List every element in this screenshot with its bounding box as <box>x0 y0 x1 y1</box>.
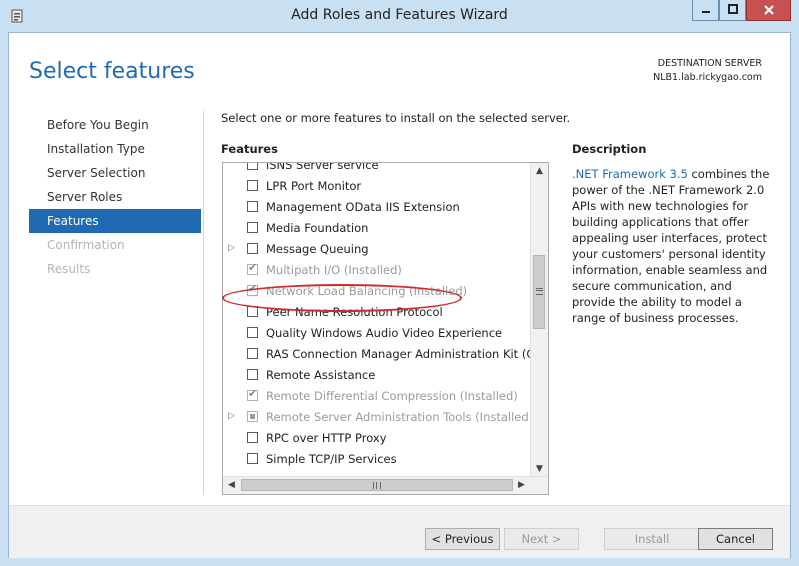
cancel-button[interactable]: Cancel <box>698 528 773 550</box>
feature-label: RAS Connection Manager Administration Ki… <box>266 347 549 361</box>
footer-bar: < Previous Next > Install Cancel <box>9 505 790 558</box>
vertical-scrollbar[interactable]: ▲ ▼ <box>530 163 548 478</box>
feature-row: ✔ Remote Differential Compression (Instal… <box>223 386 532 407</box>
feature-checkbox[interactable] <box>247 180 258 191</box>
feature-row[interactable]: Peer Name Resolution Protocol <box>223 302 532 323</box>
partial-check-icon <box>250 414 255 419</box>
feature-label: Management OData IIS Extension <box>266 200 460 214</box>
nav-item-server-selection[interactable]: Server Selection <box>29 161 201 185</box>
nav-item-installation-type[interactable]: Installation Type <box>29 137 201 161</box>
expand-arrow-icon[interactable]: ▷ <box>228 243 236 253</box>
feature-checkbox[interactable] <box>247 306 258 317</box>
feature-label: Media Foundation <box>266 221 369 235</box>
feature-row[interactable]: RPC over HTTP Proxy <box>223 428 532 449</box>
grip-icon <box>373 482 381 489</box>
feature-row[interactable]: Simple TCP/IP Services <box>223 449 532 470</box>
feature-label: iSNS Server service <box>266 162 379 172</box>
destination-label: DESTINATION SERVER <box>657 58 762 69</box>
feature-checkbox <box>247 411 258 422</box>
feature-checkbox[interactable] <box>247 222 258 233</box>
feature-checkbox[interactable] <box>247 243 258 254</box>
wizard-window: Add Roles and Features Wizard Select fea… <box>0 0 799 566</box>
feature-label: Remote Assistance <box>266 368 376 382</box>
feature-checkbox: ✔ <box>247 282 258 296</box>
feature-label: Network Load Balancing (Installed) <box>266 284 468 298</box>
feature-label: Peer Name Resolution Protocol <box>266 305 443 319</box>
install-button: Install <box>604 528 700 550</box>
maximize-icon <box>727 4 738 14</box>
close-button[interactable] <box>746 0 791 21</box>
grip-icon <box>536 288 543 295</box>
close-icon <box>763 5 774 15</box>
feature-label: Simple TCP/IP Services <box>266 452 397 466</box>
feature-row[interactable]: iSNS Server service <box>223 162 532 176</box>
nav-item-server-roles[interactable]: Server Roles <box>29 185 201 209</box>
maximize-button[interactable] <box>719 0 746 21</box>
feature-checkbox[interactable] <box>247 201 258 212</box>
scroll-up-icon[interactable]: ▲ <box>531 163 548 180</box>
feature-row[interactable]: ▷ Remote Server Administration Tools (Ins… <box>223 407 534 428</box>
next-button: Next > <box>504 528 579 550</box>
title-bar[interactable]: Add Roles and Features Wizard <box>0 0 799 32</box>
nav-item-before-you-begin[interactable]: Before You Begin <box>29 113 201 137</box>
page-title: Select features <box>29 59 195 84</box>
feature-checkbox[interactable] <box>247 432 258 443</box>
feature-checkbox[interactable] <box>247 453 258 464</box>
feature-checkbox: ✔ <box>247 387 258 401</box>
scroll-right-icon[interactable]: ▶ <box>513 477 530 494</box>
horizontal-scroll-thumb[interactable] <box>241 479 513 491</box>
window-title: Add Roles and Features Wizard <box>291 7 508 23</box>
description-body: combines the power of the .NET Framework… <box>572 167 770 325</box>
feature-label: RPC over HTTP Proxy <box>266 431 387 445</box>
feature-label: LPR Port Monitor <box>266 179 362 193</box>
checkmark-icon: ✔ <box>248 261 258 274</box>
feature-row[interactable]: ▷ Message Queuing <box>223 239 532 260</box>
feature-row[interactable]: LPR Port Monitor <box>223 176 532 197</box>
checkmark-icon: ✔ <box>248 387 258 400</box>
nav-item-results: Results <box>47 262 91 276</box>
nav-item-features[interactable]: Features <box>29 209 201 233</box>
checkmark-icon: ✔ <box>248 282 258 295</box>
previous-button[interactable]: < Previous <box>425 528 500 550</box>
feature-checkbox[interactable] <box>247 369 258 380</box>
minimize-button[interactable] <box>692 0 719 21</box>
feature-row: ✔ Multipath I/O (Installed) <box>223 260 532 281</box>
nav-item-confirmation: Confirmation <box>47 238 125 252</box>
feature-checkbox[interactable] <box>247 327 258 338</box>
features-rows: iSNS Server service LPR Port Monitor Man… <box>223 162 548 470</box>
description-link[interactable]: .NET Framework 3.5 <box>572 167 688 181</box>
feature-label: Quality Windows Audio Video Experience <box>266 326 503 340</box>
feature-row: ✔ Network Load Balancing (Installed) <box>223 281 532 302</box>
feature-row[interactable]: Quality Windows Audio Video Experience <box>223 323 532 344</box>
description-text: .NET Framework 3.5 combines the power of… <box>572 166 772 326</box>
feature-checkbox: ✔ <box>247 261 258 275</box>
feature-row[interactable]: Management OData IIS Extension <box>223 197 532 218</box>
feature-checkbox[interactable] <box>247 163 258 170</box>
nav-divider <box>203 111 204 495</box>
feature-label: Remote Differential Compression (Install… <box>266 389 518 403</box>
wizard-nav: Before You Begin Installation Type Serve… <box>29 113 201 281</box>
feature-checkbox[interactable] <box>247 348 258 359</box>
horizontal-scrollbar[interactable]: ◀ ▶ <box>223 476 548 494</box>
feature-row[interactable]: Remote Assistance <box>223 365 532 386</box>
scroll-left-icon[interactable]: ◀ <box>223 477 240 494</box>
feature-row[interactable]: RAS Connection Manager Administration Ki… <box>223 344 548 365</box>
destination-server-name: NLB1.lab.rickygao.com <box>653 72 762 83</box>
feature-label: Message Queuing <box>266 242 369 256</box>
feature-row[interactable]: Media Foundation <box>223 218 532 239</box>
feature-label: Multipath I/O (Installed) <box>266 263 402 277</box>
minimize-icon <box>701 11 710 13</box>
features-list[interactable]: iSNS Server service LPR Port Monitor Man… <box>222 162 549 495</box>
vertical-scroll-thumb[interactable] <box>533 255 545 329</box>
destination-server: DESTINATION SERVER NLB1.lab.rickygao.com <box>653 57 762 85</box>
description-heading: Description <box>572 142 647 156</box>
features-heading: Features <box>221 142 278 156</box>
feature-label: Remote Server Administration Tools (Inst… <box>266 410 534 424</box>
expand-arrow-icon[interactable]: ▷ <box>228 411 236 421</box>
instruction-text: Select one or more features to install o… <box>221 111 571 125</box>
wizard-content: Select features DESTINATION SERVER NLB1.… <box>8 32 791 558</box>
